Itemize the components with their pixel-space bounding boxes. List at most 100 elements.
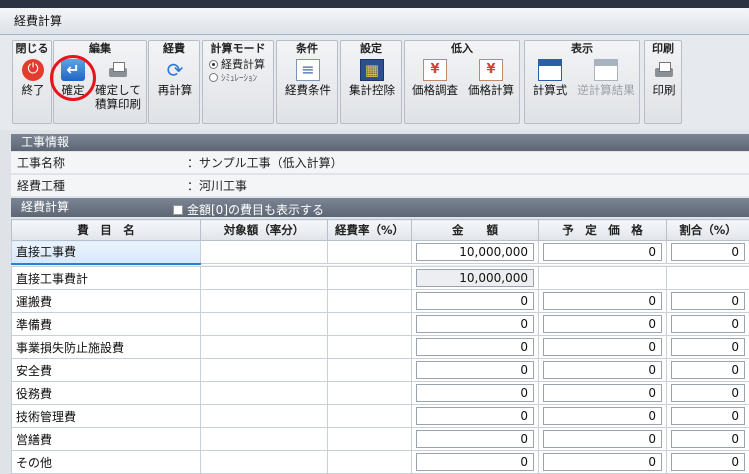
planned-input[interactable]: 0: [543, 338, 662, 356]
ratio-cell: 0: [666, 358, 749, 382]
planned-cell: 0: [538, 335, 667, 359]
planned-input[interactable]: 0: [543, 453, 662, 471]
ratio-input[interactable]: 0: [671, 243, 745, 261]
table-row[interactable]: 準備費 0 0 0: [11, 312, 749, 336]
price-calc-icon: [479, 59, 503, 81]
group-low-bid: 低入 価格調査 価格計算: [404, 40, 520, 124]
expense-calc-header: 経費計算 金額[0]の費目も表示する: [11, 198, 749, 217]
amount-cell: 0: [411, 450, 539, 474]
amount-cell: 0: [411, 312, 539, 336]
group-expense: 経費 再計算: [148, 40, 200, 124]
window-disabled-icon: [594, 59, 618, 81]
ratio-input[interactable]: 0: [671, 315, 745, 333]
ratio-cell: 0: [666, 427, 749, 451]
confirm-print-label-line2: 積算印刷: [95, 97, 141, 111]
planned-cell: 0: [538, 240, 667, 264]
table-row[interactable]: 事業損失防止施設費 0 0 0: [11, 335, 749, 359]
target-cell: [200, 404, 328, 428]
expense-condition-button[interactable]: 経費条件: [281, 59, 335, 97]
planned-input[interactable]: 0: [543, 315, 662, 333]
amount-input[interactable]: 10,000,000: [416, 243, 534, 261]
amount-input[interactable]: 0: [416, 338, 534, 356]
table-row-subtotal[interactable]: 直接工事費計 10,000,000: [11, 266, 749, 290]
group-mode-title: 計算モード: [210, 42, 266, 55]
formula-label: 計算式: [532, 83, 568, 97]
ratio-input[interactable]: 0: [671, 384, 745, 402]
planned-input[interactable]: 0: [543, 292, 662, 310]
rate-cell: [327, 289, 412, 313]
amount-cell: 0: [411, 404, 539, 428]
col-planned-price: 予 定 価 格: [538, 219, 667, 241]
planned-input[interactable]: 0: [543, 361, 662, 379]
calculator-icon: [360, 59, 384, 81]
col-ratio: 割合（%）: [666, 219, 749, 241]
ratio-input[interactable]: 0: [671, 361, 745, 379]
show-zero-checkbox[interactable]: 金額[0]の費目も表示する: [173, 201, 324, 220]
group-settings: 設定 集計控除: [340, 40, 402, 124]
mode-option-expense-label: 経費計算: [221, 58, 265, 71]
confirm-button[interactable]: 確定: [58, 59, 88, 97]
group-close-title: 閉じる: [15, 42, 49, 55]
finish-label: 終了: [21, 83, 45, 97]
amount-cell: 0: [411, 335, 539, 359]
target-cell: [200, 266, 328, 290]
table-row[interactable]: 技術管理費 0 0 0: [11, 404, 749, 428]
amount-input[interactable]: 0: [416, 453, 534, 471]
expense-condition-label: 経費条件: [285, 83, 331, 97]
group-display: 表示 計算式 逆計算結果: [524, 40, 640, 124]
price-survey-button[interactable]: 価格調査: [408, 59, 462, 97]
mode-radio-expense[interactable]: 経費計算: [209, 58, 265, 71]
ratio-input[interactable]: 0: [671, 338, 745, 356]
amount-cell: 0: [411, 427, 539, 451]
group-edit-title: 編集: [89, 42, 111, 55]
amount-input[interactable]: 0: [416, 292, 534, 310]
window-title: 経費計算: [0, 8, 749, 35]
target-cell: [200, 289, 328, 313]
row-name-selected[interactable]: 直接工事費: [11, 240, 201, 265]
target-cell: [200, 381, 328, 405]
expense-calc-title: 経費計算: [21, 200, 70, 214]
printer-icon: [106, 59, 130, 81]
table-row[interactable]: 役務費 0 0 0: [11, 381, 749, 405]
amount-cell: 0: [411, 358, 539, 382]
ratio-input[interactable]: 0: [671, 430, 745, 448]
table-row[interactable]: 直接工事費 10,000,000 0 0: [11, 240, 749, 265]
group-close: 閉じる 終了: [12, 40, 52, 124]
rate-cell: [327, 450, 412, 474]
price-calc-button[interactable]: 価格計算: [464, 59, 518, 97]
table-row[interactable]: 運搬費 0 0 0: [11, 289, 749, 313]
planned-cell: 0: [538, 404, 667, 428]
row-name: 運搬費: [11, 289, 201, 313]
reverse-result-button[interactable]: 逆計算結果: [573, 59, 639, 97]
finish-button[interactable]: 終了: [17, 59, 49, 97]
ratio-input[interactable]: 0: [671, 292, 745, 310]
refresh-icon: [163, 59, 187, 81]
row-name: 安全費: [11, 358, 201, 382]
aggregate-deduction-button[interactable]: 集計控除: [345, 59, 399, 97]
planned-input[interactable]: 0: [543, 243, 662, 261]
target-cell: [200, 450, 328, 474]
rate-cell: [327, 427, 412, 451]
amount-input[interactable]: 0: [416, 361, 534, 379]
amount-input[interactable]: 0: [416, 430, 534, 448]
amount-input[interactable]: 0: [416, 384, 534, 402]
table-row[interactable]: その他 0 0 0: [11, 450, 749, 474]
amount-readonly: 10,000,000: [416, 269, 534, 287]
ratio-cell: 0: [666, 240, 749, 264]
amount-input[interactable]: 0: [416, 407, 534, 425]
planned-cell: 0: [538, 450, 667, 474]
amount-input[interactable]: 0: [416, 315, 534, 333]
ratio-input[interactable]: 0: [671, 407, 745, 425]
planned-input[interactable]: 0: [543, 384, 662, 402]
ratio-cell: 0: [666, 335, 749, 359]
planned-input[interactable]: 0: [543, 430, 662, 448]
mode-radio-simulation[interactable]: ｼﾐｭﾚｰｼｮﾝ: [209, 73, 257, 86]
table-row[interactable]: 安全費 0 0 0: [11, 358, 749, 382]
recalc-button[interactable]: 再計算: [153, 59, 197, 97]
table-row[interactable]: 営繕費 0 0 0: [11, 427, 749, 451]
formula-button[interactable]: 計算式: [528, 59, 572, 97]
ratio-input[interactable]: 0: [671, 453, 745, 471]
planned-input[interactable]: 0: [543, 407, 662, 425]
confirm-and-print-button[interactable]: 確定して 積算印刷: [90, 59, 146, 111]
print-button[interactable]: 印刷: [648, 59, 680, 97]
